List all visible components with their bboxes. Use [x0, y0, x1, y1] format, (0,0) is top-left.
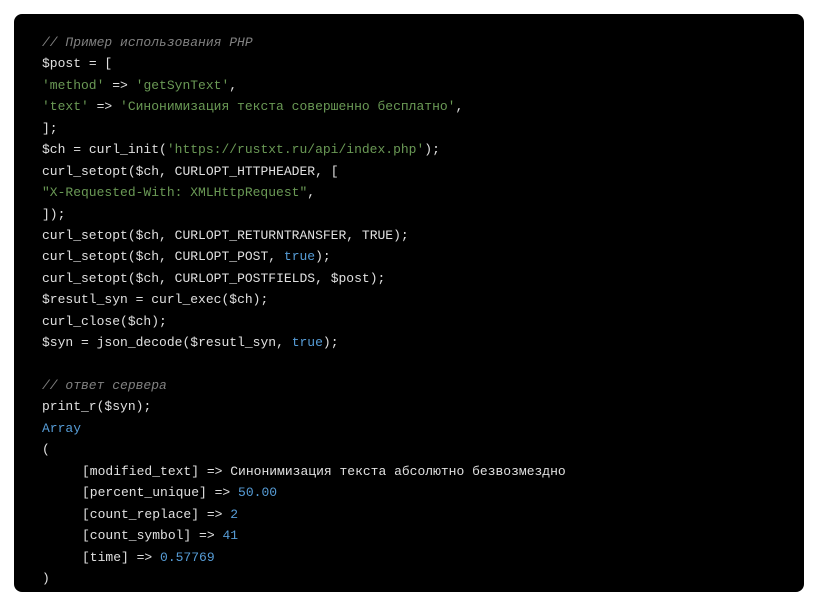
code-block: // Пример использования PHP $post = [ 'm… — [14, 14, 804, 592]
code-line: $syn = json_decode($resutl_syn, true); — [42, 332, 776, 353]
comment: // ответ сервера — [42, 378, 167, 393]
code-line: [count_symbol] => 41 — [42, 525, 776, 546]
code-line: ]); — [42, 204, 776, 225]
code-line: curl_setopt($ch, CURLOPT_POSTFIELDS, $po… — [42, 268, 776, 289]
code-line: curl_setopt($ch, CURLOPT_HTTPHEADER, [ — [42, 161, 776, 182]
code-line: $ch = curl_init('https://rustxt.ru/api/i… — [42, 139, 776, 160]
code-line: Array — [42, 418, 776, 439]
code-line: ) — [42, 568, 776, 589]
code-line: [percent_unique] => 50.00 — [42, 482, 776, 503]
code-line: [count_replace] => 2 — [42, 504, 776, 525]
comment: // Пример использования PHP — [42, 35, 253, 50]
code-line: [modified_text] => Синонимизация текста … — [42, 461, 776, 482]
code-line — [42, 354, 776, 375]
code-line: curl_close($ch); — [42, 311, 776, 332]
code-line: 'text' => 'Синонимизация текста совершен… — [42, 96, 776, 117]
code-line: // Пример использования PHP — [42, 32, 776, 53]
code-line: ]; — [42, 118, 776, 139]
code-line: 'method' => 'getSynText', — [42, 75, 776, 96]
code-line: // ответ сервера — [42, 375, 776, 396]
code-line: print_r($syn); — [42, 396, 776, 417]
code-line: curl_setopt($ch, CURLOPT_RETURNTRANSFER,… — [42, 225, 776, 246]
code-line: curl_setopt($ch, CURLOPT_POST, true); — [42, 246, 776, 267]
code-line: ( — [42, 439, 776, 460]
code-line: "X-Requested-With: XMLHttpRequest", — [42, 182, 776, 203]
code-line: $resutl_syn = curl_exec($ch); — [42, 289, 776, 310]
code-line: $post = [ — [42, 53, 776, 74]
code-line: [time] => 0.57769 — [42, 547, 776, 568]
